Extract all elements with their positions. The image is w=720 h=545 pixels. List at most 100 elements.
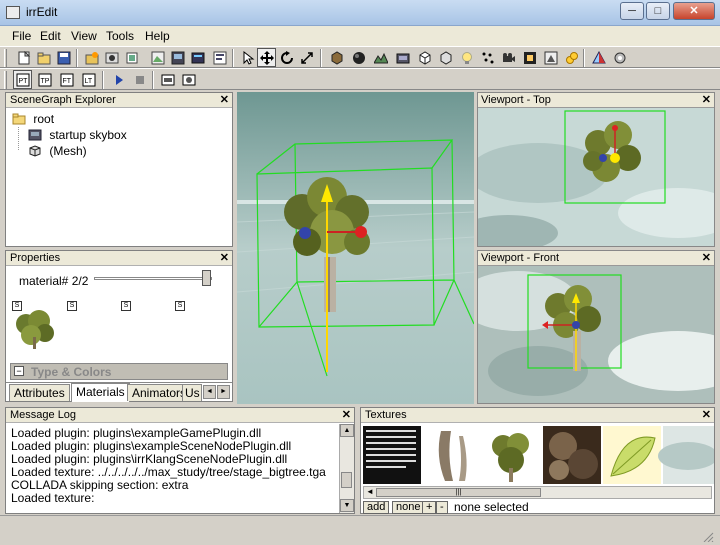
add-billboard-icon[interactable]: [122, 48, 141, 67]
stop-icon[interactable]: [130, 70, 149, 89]
camera-icon[interactable]: [499, 48, 518, 67]
tab-scroll-left-icon[interactable]: ◄: [203, 385, 216, 399]
message-log-title: Message Log: [10, 409, 77, 421]
new-file-icon[interactable]: [14, 48, 33, 67]
menu-help[interactable]: Help: [145, 29, 170, 43]
texture-slot-button[interactable]: S: [121, 301, 131, 311]
menu-edit[interactable]: Edit: [40, 29, 61, 43]
remove-minus-button[interactable]: -: [436, 501, 448, 514]
tree-item-skybox[interactable]: startup skybox: [28, 127, 127, 143]
close-icon[interactable]: ✕: [220, 93, 229, 107]
viewport-front-title: Viewport - Front: [481, 252, 560, 264]
message-log-scrollbar[interactable]: ▲ ▼: [339, 424, 354, 513]
viewport-front[interactable]: Viewport - Front ✕: [477, 250, 715, 404]
top-perspective-view-button[interactable]: TP: [35, 70, 54, 89]
texture-scrollbar[interactable]: ◄ |||: [363, 486, 712, 499]
texture-slot-button[interactable]: S: [67, 301, 77, 311]
toolbar-grip[interactable]: [4, 49, 7, 67]
close-icon[interactable]: ✕: [702, 251, 711, 265]
add-water-icon[interactable]: [188, 48, 207, 67]
animated-mesh-icon[interactable]: [436, 48, 455, 67]
textures-title: Textures: [365, 409, 407, 421]
menu-file[interactable]: File: [12, 29, 31, 43]
skybox-icon[interactable]: [393, 48, 412, 67]
scroll-thumb[interactable]: |||: [376, 488, 541, 497]
terrain-icon[interactable]: [371, 48, 390, 67]
front-top-view-button[interactable]: FT: [57, 70, 76, 89]
tree-item-label: (Mesh): [49, 144, 87, 158]
properties-panel: Properties ✕ material# 2/2 S S S S − Typ…: [5, 250, 233, 402]
type-colors-section[interactable]: − Type & Colors: [10, 363, 228, 380]
maximize-button[interactable]: □: [646, 2, 670, 20]
menu-tools[interactable]: Tools: [106, 29, 134, 43]
settings-icon[interactable]: [610, 48, 629, 67]
material-index-label: material# 2/2: [19, 274, 89, 288]
tree-item-mesh[interactable]: (Mesh): [28, 143, 87, 159]
render-icon[interactable]: [179, 70, 198, 89]
billboard-icon[interactable]: [520, 48, 539, 67]
title-bar: irrEdit ─ □ ✕: [0, 0, 720, 26]
tab-scroll-right-icon[interactable]: ►: [217, 385, 230, 399]
select-tool-icon[interactable]: [238, 48, 257, 67]
viewport-top[interactable]: Viewport - Top ✕: [477, 92, 715, 247]
move-tool-icon[interactable]: [257, 48, 276, 67]
scroll-up-icon[interactable]: ▲: [340, 424, 354, 437]
add-text-icon[interactable]: [210, 48, 229, 67]
add-terrain-icon[interactable]: [148, 48, 167, 67]
add-mesh-icon[interactable]: [102, 48, 121, 67]
resize-grip-icon[interactable]: [700, 530, 714, 543]
save-icon[interactable]: [54, 48, 73, 67]
tab-attributes[interactable]: Attributes: [9, 384, 70, 401]
tab-materials[interactable]: Materials: [71, 383, 130, 402]
add-texture-button[interactable]: add: [363, 501, 390, 514]
viewport-front-header: Viewport - Front ✕: [478, 251, 714, 266]
particle-icon[interactable]: [478, 48, 497, 67]
left-top-view-button[interactable]: LT: [79, 70, 98, 89]
texture-slot-button[interactable]: S: [175, 301, 185, 311]
perspective-viewport[interactable]: [237, 92, 474, 404]
texture-selection-status: none selected: [454, 500, 529, 514]
close-icon[interactable]: ✕: [702, 93, 711, 107]
add-skybox-icon[interactable]: [168, 48, 187, 67]
close-icon[interactable]: ✕: [702, 408, 711, 422]
viewport-top-header: Viewport - Top ✕: [478, 93, 714, 108]
close-icon[interactable]: ✕: [342, 408, 351, 422]
scenegraph-header: SceneGraph Explorer ✕: [6, 93, 232, 108]
add-plus-button[interactable]: +: [422, 501, 437, 514]
scroll-down-icon[interactable]: ▼: [340, 499, 354, 512]
light-icon[interactable]: [457, 48, 476, 67]
terrain-texture-icon[interactable]: [541, 48, 560, 67]
open-file-icon[interactable]: [34, 48, 53, 67]
tab-user[interactable]: Us: [182, 384, 202, 401]
collapse-icon[interactable]: −: [14, 366, 24, 376]
minimize-button[interactable]: ─: [620, 2, 644, 20]
material-slider-handle[interactable]: [202, 270, 211, 286]
scale-tool-icon[interactable]: [297, 48, 316, 67]
skybox-icon: [28, 129, 42, 141]
close-button[interactable]: ✕: [673, 2, 715, 20]
close-icon[interactable]: ✕: [220, 251, 229, 265]
perspective-top-view-button[interactable]: PT: [13, 70, 32, 89]
lightmap-icon[interactable]: [589, 48, 608, 67]
sound-icon[interactable]: [562, 48, 581, 67]
material-slider-track[interactable]: [94, 277, 212, 280]
tree-texture-thumbnail[interactable]: [11, 309, 57, 351]
tree-item-root[interactable]: root: [12, 111, 54, 127]
play-icon[interactable]: [109, 70, 128, 89]
view-toolbar: PT TP FT LT: [0, 68, 720, 90]
window-title: irrEdit: [26, 5, 58, 19]
menu-view[interactable]: View: [71, 29, 97, 43]
section-label: Type & Colors: [31, 365, 112, 379]
screenshot-icon[interactable]: [158, 70, 177, 89]
add-folder-icon[interactable]: [82, 48, 101, 67]
none-texture-button[interactable]: none: [392, 501, 425, 514]
mesh-icon[interactable]: [415, 48, 434, 67]
app-icon: [6, 6, 20, 19]
rotate-tool-icon[interactable]: [277, 48, 296, 67]
scroll-left-icon[interactable]: ◄: [366, 487, 374, 496]
sphere-icon[interactable]: [349, 48, 368, 67]
cube-icon[interactable]: [327, 48, 346, 67]
toolbar-grip[interactable]: [4, 71, 7, 89]
scroll-thumb[interactable]: [341, 472, 352, 488]
main-toolbar: [0, 46, 720, 68]
